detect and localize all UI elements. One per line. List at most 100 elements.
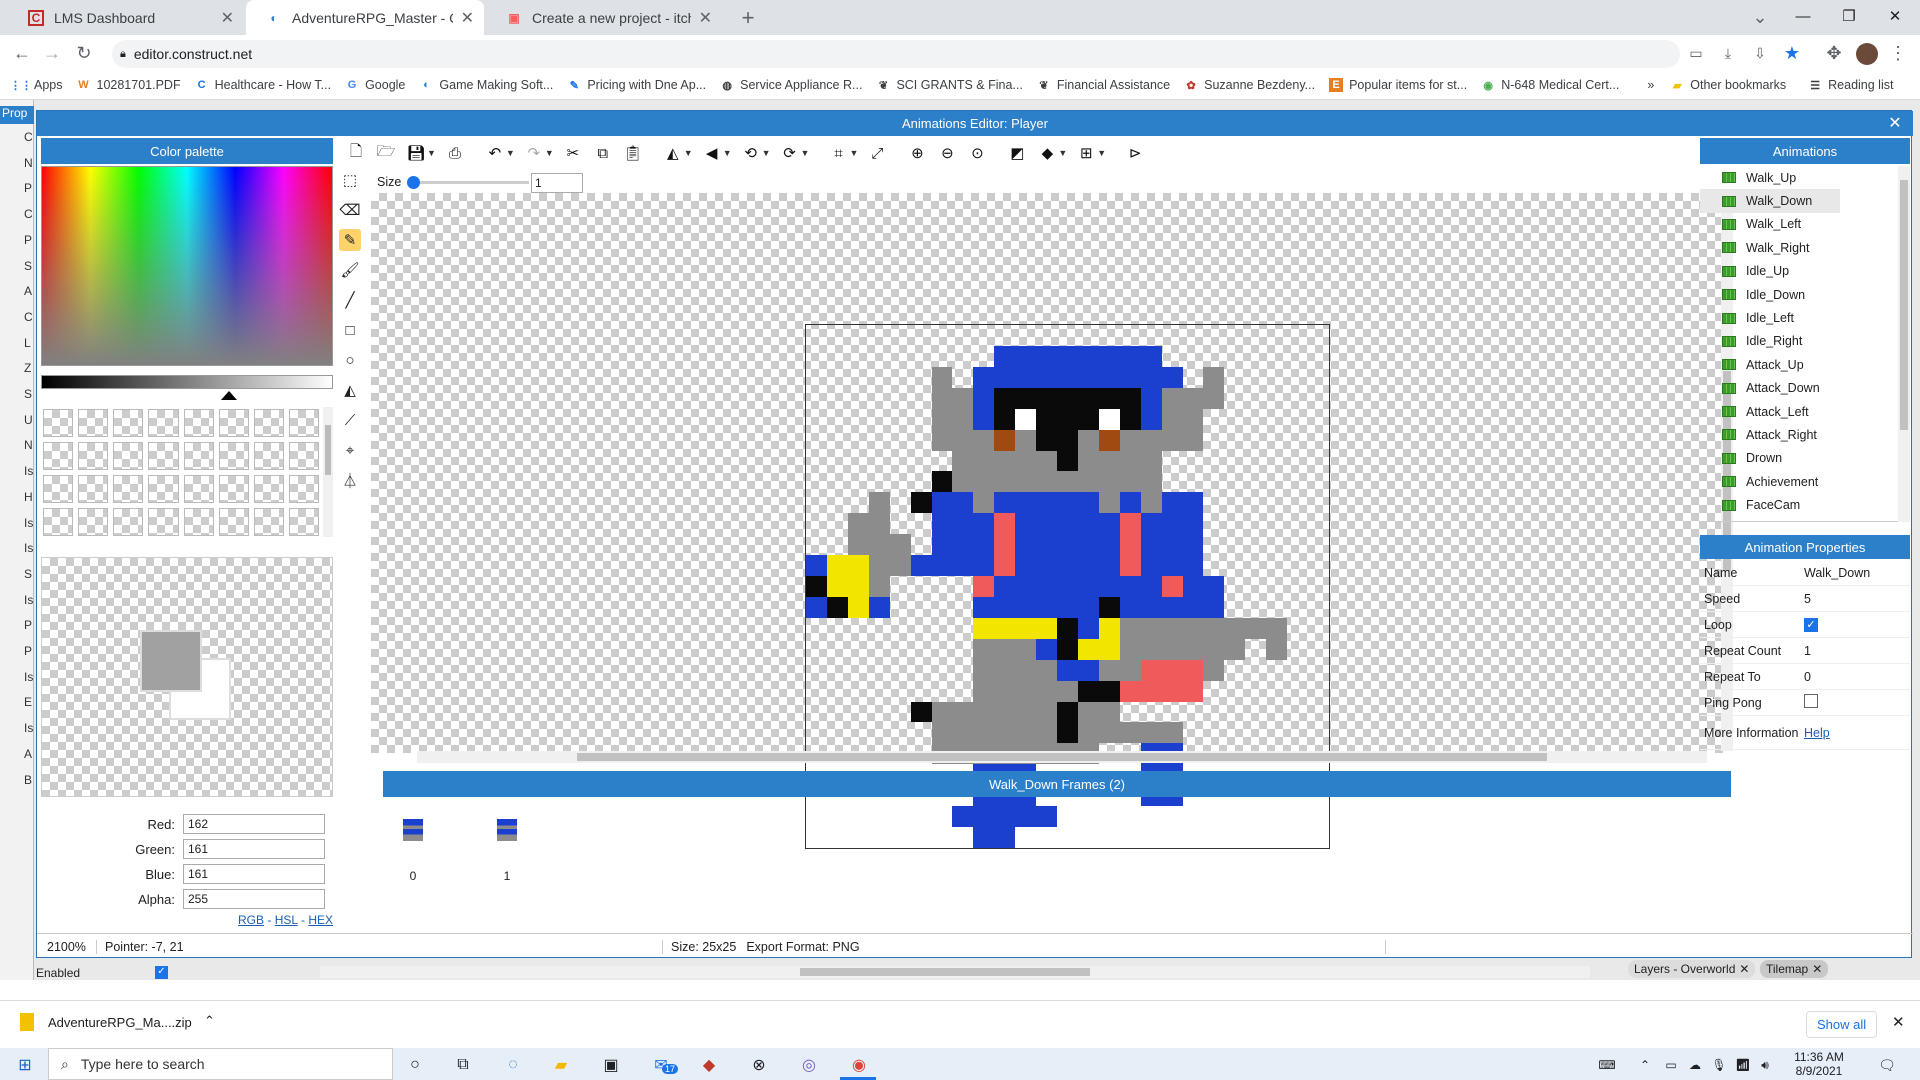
rotate-icon[interactable]: ⟲ bbox=[740, 142, 762, 164]
bookmark-item[interactable]: ❦ Financial Assistance bbox=[1037, 78, 1170, 92]
animation-item[interactable]: Walk_Down bbox=[1700, 189, 1840, 213]
bookmark-item[interactable]: W 10281701.PDF bbox=[77, 78, 180, 92]
animation-item[interactable]: Attack_Up bbox=[1700, 353, 1840, 376]
install-icon[interactable]: ⇩ bbox=[1746, 39, 1774, 67]
chevron-down-icon[interactable]: ▼ bbox=[723, 148, 732, 158]
rectangle-icon[interactable]: □ bbox=[339, 319, 361, 341]
animation-item[interactable]: Idle_Up bbox=[1700, 260, 1840, 283]
color-swatch[interactable] bbox=[78, 442, 109, 470]
animation-item[interactable]: Attack_Down bbox=[1700, 377, 1840, 400]
hex-link[interactable]: HEX bbox=[308, 913, 333, 927]
volume-icon[interactable]: 🔊︎ bbox=[1752, 1052, 1778, 1078]
color-swatch[interactable] bbox=[43, 442, 74, 470]
name-value[interactable]: Walk_Down bbox=[1804, 566, 1910, 580]
bookmark-item[interactable]: ✎ Pricing with Dne Ap... bbox=[567, 78, 706, 92]
alpha-input[interactable]: 255 bbox=[183, 889, 325, 909]
close-tab-icon[interactable]: ✕ bbox=[221, 8, 234, 28]
color-swatch[interactable] bbox=[43, 508, 74, 536]
ping-pong-checkbox[interactable] bbox=[1804, 694, 1818, 708]
repeat-to-value[interactable]: 0 bbox=[1804, 670, 1910, 684]
hsl-link[interactable]: HSL bbox=[275, 913, 298, 927]
xbox-icon[interactable]: ⊗ bbox=[746, 1052, 772, 1078]
color-swatch[interactable] bbox=[253, 475, 284, 503]
close-icon[interactable]: ✕ bbox=[1885, 113, 1905, 133]
color-swatch[interactable] bbox=[288, 442, 319, 470]
frame-thumbnail[interactable]: 0 bbox=[393, 815, 433, 883]
color-swatch[interactable] bbox=[43, 409, 74, 437]
browser-tab[interactable]: C LMS Dashboard ✕ bbox=[8, 0, 244, 35]
canvas-horizontal-scrollbar[interactable] bbox=[417, 751, 1707, 763]
brightness-slider[interactable] bbox=[41, 375, 333, 389]
clock[interactable]: 11:36 AM 8/9/2021 bbox=[1784, 1050, 1854, 1078]
color-swatch[interactable] bbox=[183, 442, 214, 470]
chevron-up-icon[interactable]: ⌃ bbox=[1632, 1052, 1658, 1078]
color-swatch[interactable] bbox=[113, 508, 144, 536]
color-swatch[interactable] bbox=[183, 508, 214, 536]
download-file-name[interactable]: AdventureRPG_Ma....zip bbox=[48, 1015, 192, 1030]
size-slider-thumb[interactable] bbox=[407, 176, 420, 189]
color-swatch[interactable] bbox=[288, 508, 319, 536]
chevron-down-icon[interactable]: ▼ bbox=[506, 148, 515, 158]
color-swatch[interactable] bbox=[78, 508, 109, 536]
keyboard-icon[interactable]: ⌨ bbox=[1594, 1052, 1620, 1078]
rgb-link[interactable]: RGB bbox=[238, 913, 264, 927]
bookmark-item[interactable]: ◍ Service Appliance R... bbox=[720, 78, 862, 92]
tab-search-icon[interactable]: ⌄ bbox=[1746, 3, 1774, 31]
cortana-icon[interactable]: ○ bbox=[402, 1052, 428, 1078]
rotate-right-icon[interactable]: ⟳ bbox=[779, 142, 801, 164]
line-icon[interactable]: ╱ bbox=[339, 289, 361, 311]
help-link[interactable]: Help bbox=[1804, 726, 1910, 740]
flip-horizontal-icon[interactable]: ◭ bbox=[662, 142, 684, 164]
red-input[interactable]: 162 bbox=[183, 814, 325, 834]
ellipse-icon[interactable]: ○ bbox=[339, 349, 361, 371]
color-swatch[interactable] bbox=[253, 508, 284, 536]
discord-icon[interactable]: ◎ bbox=[796, 1052, 822, 1078]
store-icon[interactable]: ▣ bbox=[598, 1052, 624, 1078]
color-swatch[interactable] bbox=[288, 475, 319, 503]
save-page-icon[interactable]: ▭ bbox=[1682, 39, 1710, 67]
color-swatch[interactable] bbox=[218, 442, 249, 470]
close-icon[interactable]: ✕ bbox=[1892, 1013, 1905, 1031]
layers-icon[interactable]: ◆ bbox=[1036, 142, 1058, 164]
crop-icon[interactable]: ⌗ bbox=[827, 142, 849, 164]
export-icon[interactable]: ⎙ bbox=[444, 142, 466, 164]
color-swatch[interactable] bbox=[218, 475, 249, 503]
color-swatch[interactable] bbox=[288, 409, 319, 437]
layers-tab[interactable]: Layers - Overworld ✕ bbox=[1628, 960, 1756, 978]
chevron-down-icon[interactable]: ▼ bbox=[684, 148, 693, 158]
new-file-icon[interactable]: 🗋 bbox=[345, 142, 367, 164]
taskbar-search[interactable]: ⌕ Type here to search bbox=[48, 1048, 393, 1080]
bookmark-item[interactable]: G Google bbox=[345, 78, 406, 92]
onedrive-icon[interactable]: ☁ bbox=[1682, 1052, 1708, 1078]
color-swatch[interactable] bbox=[78, 409, 109, 437]
animation-item[interactable]: FaceCam bbox=[1700, 493, 1840, 516]
color-swatch[interactable] bbox=[218, 409, 249, 437]
color-swatch[interactable] bbox=[253, 409, 284, 437]
chevron-down-icon[interactable]: ▼ bbox=[762, 148, 771, 158]
show-all-button[interactable]: Show all bbox=[1806, 1011, 1878, 1038]
edge-icon[interactable]: ◌ bbox=[500, 1052, 526, 1078]
mirror-icon[interactable]: ◀ bbox=[701, 142, 723, 164]
reading-list[interactable]: ☰ Reading list bbox=[1808, 78, 1893, 92]
animation-item[interactable]: Walk_Right bbox=[1700, 236, 1840, 259]
tilemap-tab[interactable]: Tilemap ✕ bbox=[1760, 960, 1829, 978]
chevron-down-icon[interactable]: ▼ bbox=[427, 148, 436, 158]
color-swatch[interactable] bbox=[148, 508, 179, 536]
chevron-down-icon[interactable]: ▼ bbox=[801, 148, 810, 158]
window-close-icon[interactable]: ✕ bbox=[1872, 0, 1918, 32]
color-swatch[interactable] bbox=[78, 475, 109, 503]
copy-icon[interactable]: ⧉ bbox=[592, 142, 614, 164]
browser-tab-active[interactable]: ◐ AdventureRPG_Master - Constru ✕ bbox=[246, 0, 484, 35]
chevron-up-icon[interactable]: ⌃ bbox=[204, 1013, 215, 1029]
task-view-icon[interactable]: ⧉ bbox=[450, 1052, 476, 1078]
origin-point-icon[interactable]: ⌖ bbox=[339, 439, 361, 461]
brush-icon[interactable]: 🖌︎ bbox=[339, 259, 361, 281]
bookmark-item[interactable]: ❦ SCI GRANTS & Fina... bbox=[876, 78, 1023, 92]
swatch-scrollbar[interactable] bbox=[323, 407, 333, 537]
close-icon[interactable]: ✕ bbox=[1812, 962, 1822, 976]
forward-icon[interactable]: → bbox=[38, 39, 66, 67]
chevron-down-icon[interactable]: ▼ bbox=[545, 148, 554, 158]
animation-item[interactable]: Achievement bbox=[1700, 470, 1840, 493]
color-spectrum[interactable] bbox=[41, 166, 333, 366]
menu-dots-icon[interactable]: ⋮ bbox=[1884, 39, 1912, 67]
